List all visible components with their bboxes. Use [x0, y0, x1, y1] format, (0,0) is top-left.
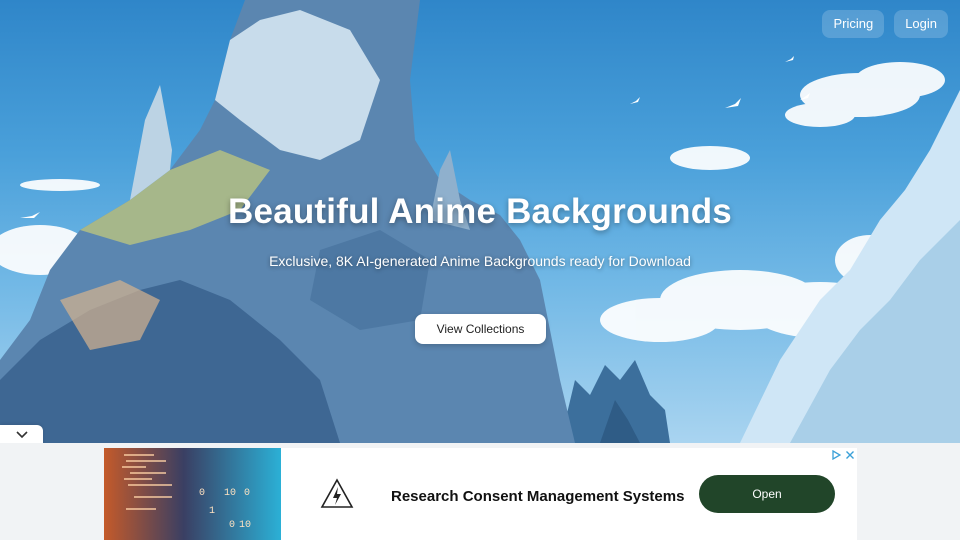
lightning-triangle-icon	[320, 478, 354, 508]
ad-image-digit: 10	[224, 488, 237, 499]
ad-image-digit: 1	[209, 506, 216, 517]
login-button[interactable]: Login	[894, 10, 948, 38]
ad-image-digit: 10	[239, 520, 252, 531]
collapse-ad-toggle[interactable]	[0, 425, 43, 445]
ad-image-digit: 0	[244, 488, 251, 499]
top-nav: Pricing Login	[822, 10, 948, 38]
ad-image-digit: 0	[199, 488, 206, 499]
play-icon[interactable]	[831, 450, 841, 460]
ad-choices	[831, 450, 855, 460]
chevron-down-icon	[15, 431, 28, 439]
ad-image: 0 10 0 1 0 10	[104, 448, 281, 540]
hero-subtitle: Exclusive, 8K AI-generated Anime Backgro…	[269, 253, 691, 269]
view-collections-button[interactable]: View Collections	[415, 314, 546, 344]
ad-image-digit: 0	[229, 520, 236, 531]
ad-banner-bar: 0 10 0 1 0 10 Research Consent Managemen…	[0, 443, 960, 540]
hero-section: Pricing Login Beautiful Anime Background…	[0, 0, 960, 443]
ad-open-button[interactable]: Open	[699, 475, 835, 513]
close-icon[interactable]	[845, 450, 855, 460]
ad-banner[interactable]: 0 10 0 1 0 10 Research Consent Managemen…	[104, 448, 857, 540]
code-screen-illustration	[104, 448, 281, 540]
hero-title: Beautiful Anime Backgrounds	[228, 192, 732, 231]
ad-headline[interactable]: Research Consent Management Systems	[391, 488, 684, 505]
pricing-link[interactable]: Pricing	[822, 10, 885, 38]
